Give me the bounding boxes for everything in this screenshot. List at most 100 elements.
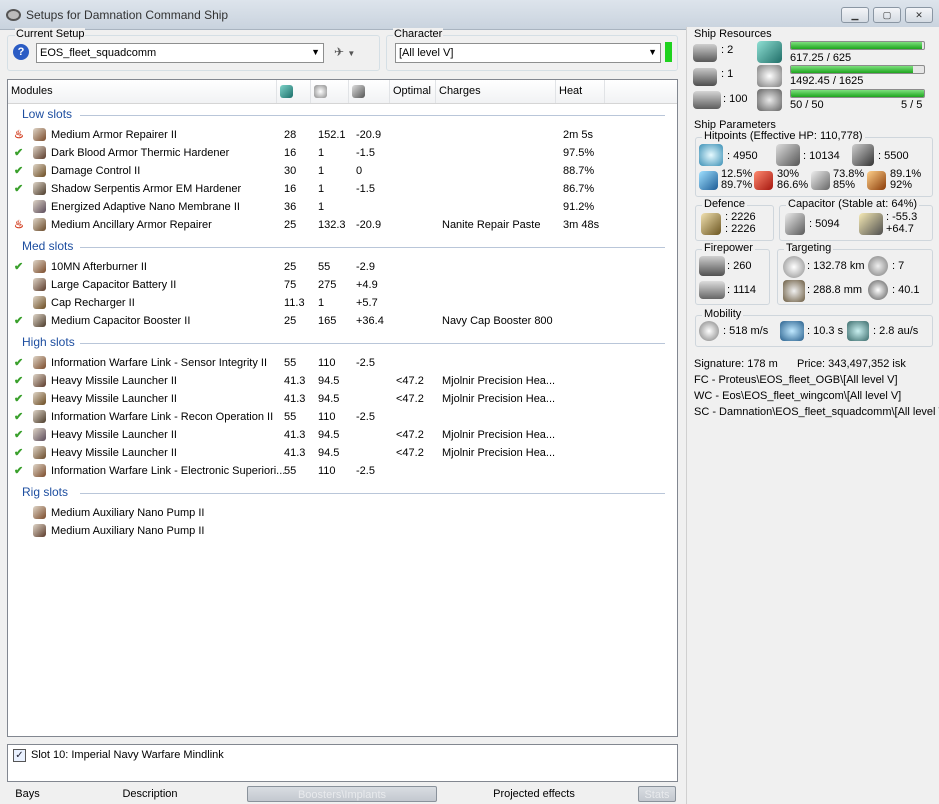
tab-projected-effects[interactable]: Projected effects — [470, 786, 598, 802]
module-row[interactable]: ✔ Heavy Missile Launcher II 41.3 94.5 <47.2 M… — [8, 390, 677, 408]
module-capacitor: -1.5 — [356, 147, 375, 159]
capacitor-delta-2: +64.7 — [886, 223, 914, 235]
module-row[interactable]: Energized Adaptive Nano Membrane II 36 1 91… — [8, 198, 677, 216]
module-row[interactable]: Large Capacitor Battery II 75 275 +4.9 — [8, 276, 677, 294]
med-module-icon — [33, 296, 46, 309]
online-check-icon[interactable]: ✔ — [14, 180, 23, 198]
high-module-icon — [33, 392, 46, 405]
implant-item[interactable]: Slot 10: Imperial Navy Warfare Mindlink — [31, 749, 224, 761]
cpu-bar-fill — [791, 42, 923, 49]
tab-boosters-implants[interactable]: Boosters\Implants — [247, 786, 437, 802]
overheat-icon[interactable]: ♨ — [14, 126, 24, 144]
col-capacitor[interactable] — [349, 80, 390, 103]
low-module-icon — [33, 218, 46, 231]
online-check-icon[interactable]: ✔ — [14, 354, 23, 372]
max-targets-value: : 7 — [892, 260, 905, 272]
module-cpu: 75 — [284, 279, 297, 291]
em-resist-icon — [699, 171, 718, 190]
module-row[interactable]: ✔ Heavy Missile Launcher II 41.3 94.5 <47.2 M… — [8, 426, 677, 444]
maximize-button[interactable]: ▢ — [873, 7, 901, 23]
align-time-value: : 10.3 s — [807, 325, 844, 337]
col-cpu[interactable] — [277, 80, 311, 103]
targeting-range-value: : 132.78 km — [807, 260, 865, 272]
module-row[interactable]: ✔ Dark Blood Armor Thermic Hardener 16 1 -1.… — [8, 144, 677, 162]
targeting-range-icon — [783, 256, 805, 278]
col-powergrid[interactable] — [311, 80, 349, 103]
capacitor-icon — [785, 213, 805, 235]
med-module-icon — [33, 278, 46, 291]
sensor-strength-value: : 40.1 — [892, 284, 920, 296]
defence-value-2: : 2226 — [725, 223, 756, 235]
explosive-resist-icon — [867, 171, 886, 190]
close-button[interactable]: ✕ — [905, 7, 933, 23]
module-powergrid: 110 — [318, 357, 336, 369]
module-optimal: <47.2 — [396, 429, 424, 441]
cpu-bar — [790, 41, 925, 50]
module-charge: Mjolnir Precision Hea... — [442, 429, 556, 441]
module-capacitor: 0 — [356, 165, 363, 177]
module-row[interactable]: ✔ Information Warfare Link - Sensor Integ… — [8, 354, 677, 372]
module-row[interactable]: Medium Auxiliary Nano Pump II — [8, 522, 677, 540]
launcher-hardpoint-icon — [693, 68, 717, 86]
capacitor-delta-values: : -55.3 +64.7 — [886, 211, 917, 235]
module-row[interactable]: Medium Auxiliary Nano Pump II — [8, 504, 677, 522]
module-row[interactable]: ♨ Medium Armor Repairer II 28 152.1 -20.9 2m … — [8, 126, 677, 144]
rig-slots-value: 5 / 5 — [901, 99, 923, 111]
module-powergrid: 1 — [318, 183, 325, 195]
online-check-icon[interactable]: ✔ — [14, 162, 23, 180]
module-name: Information Warfare Link - Sensor Integr… — [51, 357, 268, 369]
module-cpu: 16 — [284, 183, 297, 195]
col-charges[interactable]: Charges — [436, 80, 556, 103]
max-targets-icon — [868, 256, 888, 276]
chevron-down-icon: ▼ — [311, 47, 320, 57]
module-row[interactable]: ✔ Information Warfare Link - Electronic S… — [8, 462, 677, 480]
module-row[interactable]: ✔ Shadow Serpentis Armor EM Hardener 16 1 -1… — [8, 180, 677, 198]
online-check-icon[interactable]: ✔ — [14, 258, 23, 276]
minimize-button[interactable]: ▁ — [841, 7, 869, 23]
tab-stats[interactable]: Stats — [638, 786, 676, 802]
col-optimal[interactable]: Optimal — [390, 80, 436, 103]
module-row[interactable]: ✔ Medium Capacitor Booster II 25 165 +36.4 Na… — [8, 312, 677, 330]
med-module-icon — [33, 260, 46, 273]
turret-dps-icon — [699, 256, 725, 276]
module-row[interactable]: ✔ Heavy Missile Launcher II 41.3 94.5 <47.2 M… — [8, 372, 677, 390]
module-row[interactable]: Cap Recharger II 11.3 1 +5.7 — [8, 294, 677, 312]
fitting-tools-menu-button[interactable]: ✈ ▼ — [334, 45, 364, 61]
cpu-icon — [280, 84, 293, 98]
cpu-value: 617.25 / 625 — [790, 52, 852, 64]
online-check-icon[interactable]: ✔ — [14, 462, 23, 480]
module-heat: 91.2% — [563, 201, 595, 213]
module-row[interactable]: ✔ Damage Control II 30 1 0 88.7% — [8, 162, 677, 180]
hitpoints-label: Hitpoints (Effective HP: 110,778) — [702, 130, 865, 142]
tab-description[interactable]: Description — [95, 786, 205, 802]
online-check-icon[interactable]: ✔ — [14, 144, 23, 162]
calibration-bar — [790, 89, 925, 98]
module-name: Medium Capacitor Booster II — [51, 315, 191, 327]
character-combo[interactable]: [All level V] ▼ — [395, 43, 661, 63]
rig-slots-title: Rig slots — [22, 485, 69, 499]
help-icon[interactable]: ? — [13, 44, 29, 60]
setup-combo[interactable]: EOS_fleet_squadcomm ▼ — [36, 43, 324, 63]
module-optimal: <47.2 — [396, 393, 424, 405]
overheat-icon[interactable]: ♨ — [14, 216, 24, 234]
online-check-icon[interactable]: ✔ — [14, 372, 23, 390]
module-row[interactable]: ✔ 10MN Afterburner II 25 55 -2.9 — [8, 258, 677, 276]
module-powergrid: 1 — [318, 147, 325, 159]
online-check-icon[interactable]: ✔ — [14, 312, 23, 330]
col-modules[interactable]: Modules — [8, 80, 277, 103]
velocity-value: : 518 m/s — [723, 325, 769, 337]
implant-checkbox[interactable]: ✓ — [13, 749, 26, 762]
online-check-icon[interactable]: ✔ — [14, 426, 23, 444]
online-check-icon[interactable]: ✔ — [14, 408, 23, 426]
module-row[interactable]: ♨ Medium Ancillary Armor Repairer 25 132.3-… — [8, 216, 677, 234]
module-charge: Mjolnir Precision Hea... — [442, 393, 556, 405]
tab-bays[interactable]: Bays — [5, 786, 50, 802]
online-check-icon[interactable]: ✔ — [14, 444, 23, 462]
scan-resolution-value: : 288.8 mm — [807, 284, 863, 296]
drone-bay-icon — [693, 91, 721, 109]
chevron-down-icon: ▼ — [648, 47, 657, 57]
module-row[interactable]: ✔ Information Warfare Link - Recon Operat… — [8, 408, 677, 426]
online-check-icon[interactable]: ✔ — [14, 390, 23, 408]
module-row[interactable]: ✔ Heavy Missile Launcher II 41.3 94.5 <47.2 M… — [8, 444, 677, 462]
col-heat[interactable]: Heat — [556, 80, 605, 103]
